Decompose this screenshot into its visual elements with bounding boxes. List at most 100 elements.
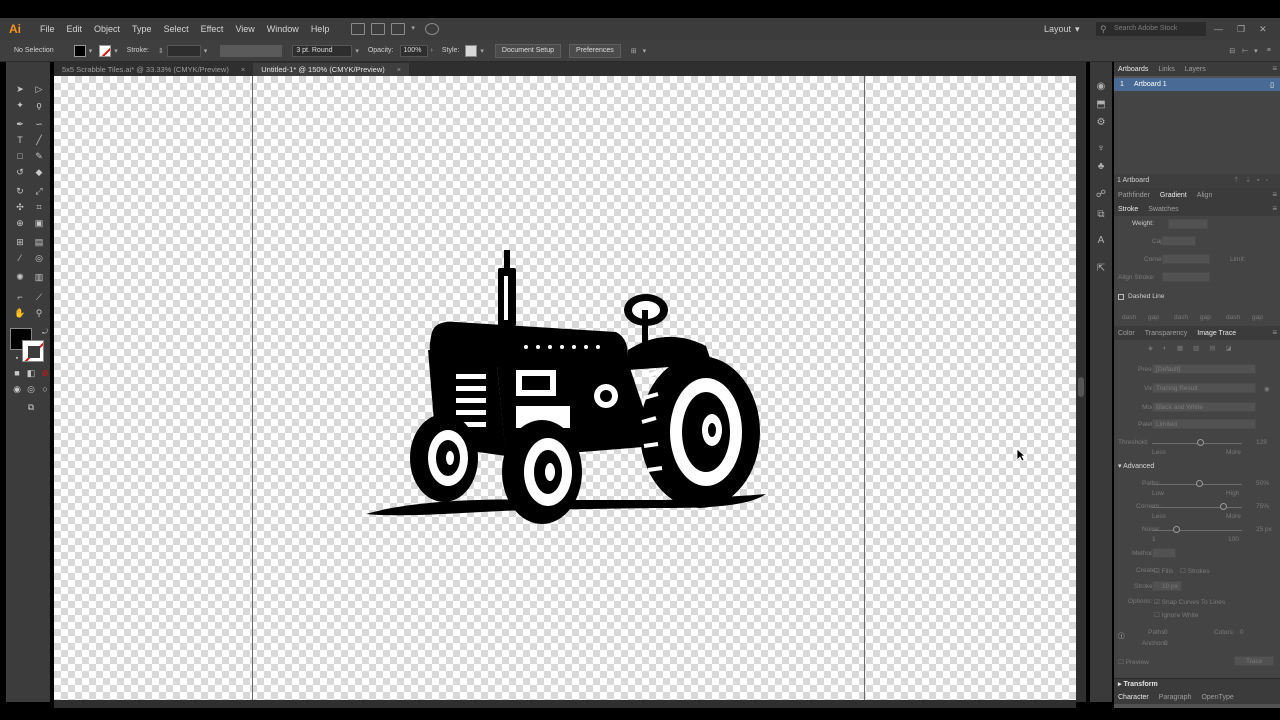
color-mode-icon[interactable]: ■ bbox=[10, 366, 24, 380]
panel-menu-icon[interactable]: ≡ bbox=[1272, 65, 1277, 73]
blend-tool-icon[interactable]: ◎ bbox=[32, 251, 46, 265]
tractor-artwork[interactable] bbox=[366, 246, 768, 528]
corners-slider-knob[interactable] bbox=[1220, 503, 1227, 510]
menu-view[interactable]: View bbox=[229, 18, 260, 40]
corners-slider-track[interactable] bbox=[1152, 507, 1242, 508]
tab-align[interactable]: Align bbox=[1197, 192, 1213, 199]
chevron-right-icon[interactable]: › bbox=[431, 47, 433, 54]
opacity-label[interactable]: Opacity: bbox=[368, 47, 394, 54]
curvature-tool-icon[interactable]: ∽ bbox=[32, 117, 46, 131]
live-paint-icon[interactable]: ▣ bbox=[32, 216, 46, 230]
graph-tool-icon[interactable]: ▥ bbox=[32, 270, 46, 284]
restore-icon[interactable]: ❐ bbox=[1237, 24, 1245, 35]
tab-pathfinder[interactable]: Pathfinder bbox=[1118, 192, 1150, 199]
scrollbar-thumb[interactable] bbox=[1078, 377, 1084, 397]
rectangle-tool-icon[interactable]: □ bbox=[13, 149, 27, 163]
eyedropper-icon[interactable]: ⁄ bbox=[13, 251, 27, 265]
screen-mode-icon[interactable]: ⧉ bbox=[24, 400, 38, 414]
trace-preset-icons[interactable]: ◈◐▦▥▤◪ bbox=[1148, 344, 1242, 352]
menu-effect[interactable]: Effect bbox=[195, 18, 230, 40]
symbols-icon[interactable]: ♣ bbox=[1094, 160, 1108, 174]
chevron-down-icon[interactable]: ▾ bbox=[480, 47, 484, 55]
draw-normal-icon[interactable]: ◉ bbox=[10, 382, 24, 396]
close-icon[interactable]: × bbox=[241, 63, 245, 76]
tab-color[interactable]: Color bbox=[1118, 330, 1135, 337]
gpu-performance-icon[interactable] bbox=[425, 23, 440, 35]
chevron-down-icon[interactable]: ▾ bbox=[355, 47, 359, 55]
glyphs-icon[interactable]: A bbox=[1094, 234, 1108, 248]
menu-object[interactable]: Object bbox=[88, 18, 126, 40]
chevron-down-icon[interactable]: ▾ bbox=[204, 47, 208, 55]
preferences-button[interactable]: Preferences bbox=[569, 43, 621, 58]
bridge-icon[interactable] bbox=[351, 23, 366, 35]
align-icon[interactable]: ⊢ bbox=[1242, 47, 1248, 55]
ignore-white-checkbox[interactable]: ☐ Ignore White bbox=[1154, 611, 1199, 619]
gradient-tool-icon[interactable]: ▤ bbox=[32, 235, 46, 249]
fills-checkbox[interactable]: ☑ Fills bbox=[1154, 567, 1173, 575]
stepper-icon[interactable]: ⇕ bbox=[158, 47, 164, 55]
align-stroke-buttons[interactable] bbox=[1162, 272, 1210, 282]
chevron-down-icon[interactable]: ▾ bbox=[1254, 47, 1258, 55]
graphic-style-swatch[interactable] bbox=[465, 44, 478, 57]
zoom-tool-icon[interactable]: ⚲ bbox=[32, 306, 46, 320]
snap-curves-checkbox[interactable]: ☑ Snap Curves To Lines bbox=[1154, 598, 1225, 606]
arrange-icon[interactable]: ⊞ bbox=[631, 47, 637, 55]
draw-behind-icon[interactable]: ◎ bbox=[24, 382, 38, 396]
magic-wand-icon[interactable]: ✦ bbox=[13, 98, 27, 112]
panel-toggle-icon[interactable]: ⊟ bbox=[1229, 47, 1235, 55]
menu-type[interactable]: Type bbox=[126, 18, 158, 40]
horizontal-scrollbar[interactable] bbox=[54, 700, 1076, 708]
panel-menu-icon[interactable]: ≡ bbox=[1272, 205, 1277, 213]
close-icon[interactable]: × bbox=[397, 63, 401, 76]
tab-gradient[interactable]: Gradient bbox=[1160, 192, 1187, 199]
artboard-tool-icon[interactable]: ⌐ bbox=[13, 290, 27, 304]
menu-select[interactable]: Select bbox=[158, 18, 195, 40]
menu-window[interactable]: Window bbox=[261, 18, 305, 40]
stock-icon[interactable] bbox=[371, 23, 386, 35]
selection-tool-icon[interactable]: ➤ bbox=[13, 82, 27, 96]
menu-lines-icon[interactable]: ≡ bbox=[1267, 47, 1271, 54]
hand-tool-icon[interactable]: ✋ bbox=[13, 306, 27, 320]
artboard-actions-icon[interactable]: ⇡⇣▪▫ bbox=[1233, 174, 1274, 188]
opacity-input[interactable]: 100% bbox=[399, 44, 428, 57]
fill-swatch[interactable] bbox=[73, 44, 86, 57]
gradient-mode-icon[interactable]: ◧ bbox=[24, 366, 38, 380]
shaper-tool-icon[interactable]: ↺ bbox=[13, 165, 27, 179]
tab-transparency[interactable]: Transparency bbox=[1145, 330, 1188, 337]
paths-value[interactable]: 50% bbox=[1256, 480, 1269, 487]
vertical-scrollbar[interactable] bbox=[1076, 62, 1086, 702]
close-icon[interactable]: ✕ bbox=[1259, 24, 1267, 35]
appearance-icon[interactable]: ⧉ bbox=[1094, 208, 1108, 222]
artboard-options-icon[interactable]: ▯ bbox=[1270, 81, 1274, 89]
brush-definition[interactable]: 3 pt. Round bbox=[292, 44, 353, 57]
threshold-slider-knob[interactable] bbox=[1197, 439, 1204, 446]
paintbrush-icon[interactable]: ✎ bbox=[32, 149, 46, 163]
menu-file[interactable]: File bbox=[34, 18, 61, 40]
pen-tool-icon[interactable]: ✒ bbox=[13, 117, 27, 131]
menu-help[interactable]: Help bbox=[305, 18, 336, 40]
tab-opentype[interactable]: OpenType bbox=[1201, 694, 1233, 701]
advanced-toggle[interactable]: ▾ Advanced bbox=[1118, 462, 1154, 470]
stroke-weight-input[interactable] bbox=[166, 44, 201, 57]
search-stock-input[interactable]: ⚲ Search Adobe Stock bbox=[1096, 22, 1206, 36]
shape-builder-icon[interactable]: ⊕ bbox=[13, 216, 27, 230]
panel-menu-icon[interactable]: ≡ bbox=[1272, 329, 1277, 337]
brushes-icon[interactable]: ♆ bbox=[1094, 142, 1108, 156]
type-tool-icon[interactable]: T bbox=[13, 133, 27, 147]
arrange-documents-icon[interactable] bbox=[391, 23, 406, 35]
symbol-sprayer-icon[interactable]: ✺ bbox=[13, 270, 27, 284]
draw-inside-icon[interactable]: ○ bbox=[38, 382, 52, 396]
stroke-swatch[interactable] bbox=[99, 44, 112, 57]
tab-stroke[interactable]: Stroke bbox=[1118, 206, 1138, 213]
method-buttons[interactable] bbox=[1152, 548, 1176, 558]
cap-buttons[interactable] bbox=[1162, 236, 1196, 246]
chevron-down-icon[interactable]: ▾ bbox=[114, 47, 118, 55]
transform-panel-header[interactable]: ▸ Transform bbox=[1114, 678, 1280, 690]
tab-untitled-1[interactable]: Untitled-1* @ 150% (CMYK/Preview) × bbox=[253, 63, 410, 76]
corner-buttons[interactable] bbox=[1162, 254, 1210, 264]
corners-value[interactable]: 75% bbox=[1256, 503, 1269, 510]
stroke-color-swatch[interactable] bbox=[22, 340, 44, 362]
scale-tool-icon[interactable]: ⤢ bbox=[32, 184, 46, 198]
chevron-down-icon[interactable]: ▾ bbox=[411, 23, 419, 35]
swap-fill-stroke-icon[interactable]: ⤾ bbox=[38, 326, 52, 340]
